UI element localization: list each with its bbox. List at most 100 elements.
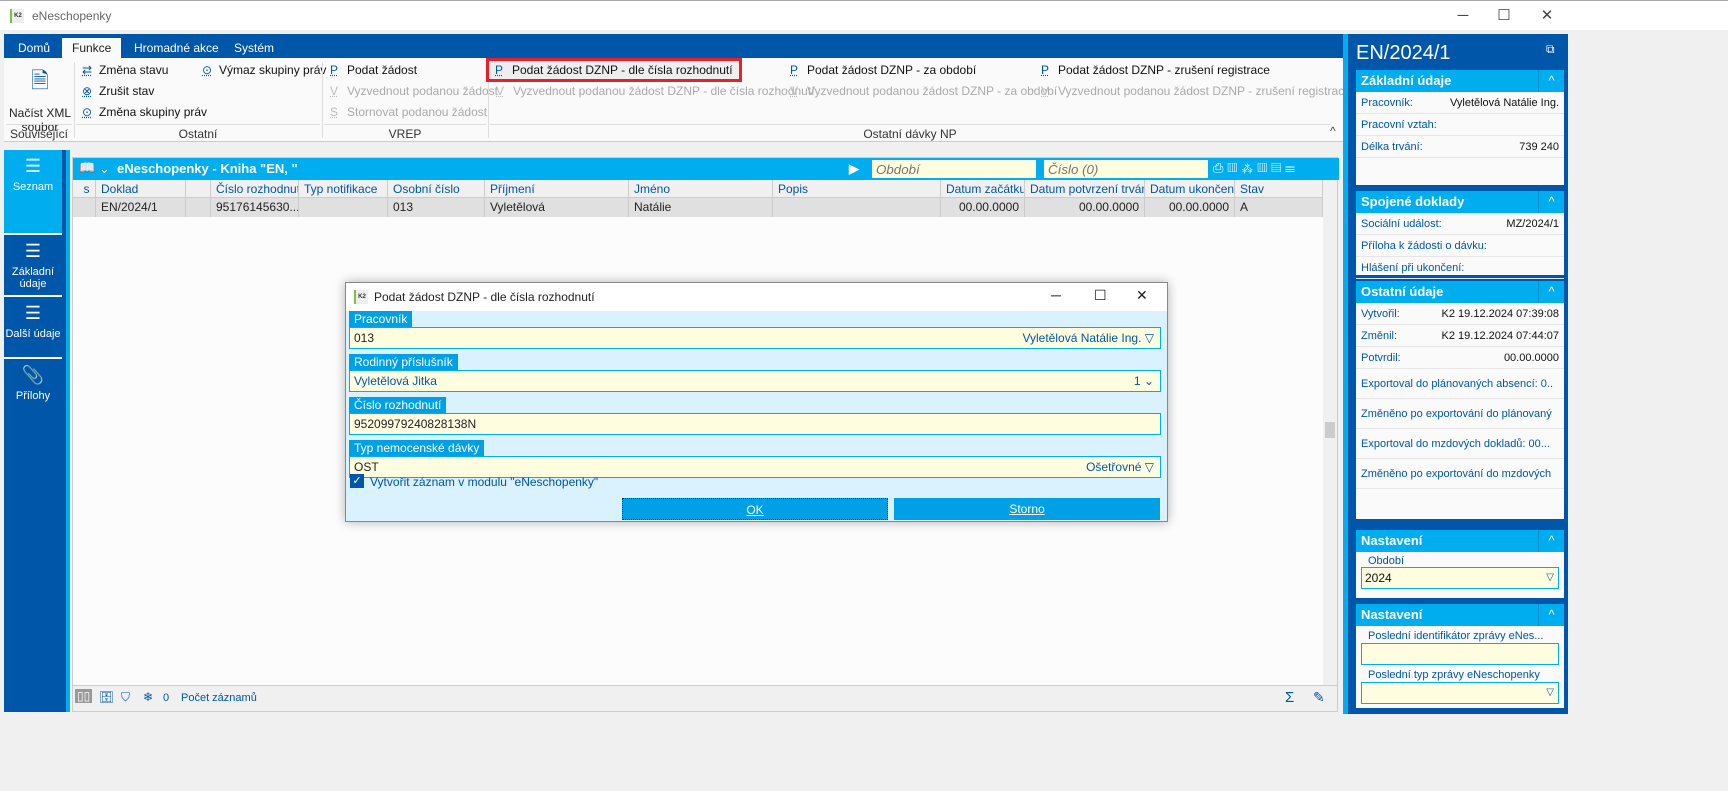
vertical-scrollbar[interactable] (1323, 180, 1337, 685)
column-header[interactable]: Datum ukončení (1145, 180, 1235, 198)
collapse-icon[interactable]: ^ (1538, 70, 1564, 92)
change-rights-button[interactable]: ⊙ Změna skupiny práv (82, 105, 207, 119)
column-header[interactable]: Stav (1235, 180, 1323, 198)
book-view-icon[interactable]: ▯▯ (75, 689, 93, 703)
chevron-down-icon[interactable]: ⌄ (1144, 374, 1154, 388)
dialog-close-button[interactable]: ✕ (1136, 287, 1148, 304)
book-icon[interactable]: 📖 (79, 160, 95, 176)
column-header[interactable] (186, 180, 211, 198)
column-header[interactable]: Číslo rozhodnutí (211, 180, 299, 198)
tab-hromadne-akce[interactable]: Hromadné akce (124, 38, 229, 58)
dialog-maximize-button[interactable]: ☐ (1094, 287, 1107, 304)
submit-dznp-cancel-registration-button[interactable]: P Podat žádost DZNP - zrušení registrace (1041, 63, 1270, 77)
table-cell (186, 198, 211, 217)
nav-seznam[interactable]: ☰ Seznam (4, 150, 62, 235)
field-row: Délka trvání: 739 240 (1356, 136, 1564, 158)
number-input[interactable] (1043, 159, 1209, 179)
delete-rights-button[interactable]: ⊙ Výmaz skupiny práv (202, 63, 326, 77)
scrollbar-thumb[interactable] (1325, 422, 1335, 438)
table-row[interactable]: EN/2024/1 95176145630... 013 Vyletělová Natá… (73, 198, 1323, 217)
cancel-status-button[interactable]: ⊗ Zrušit stav (82, 84, 154, 98)
collapse-icon[interactable]: ^ (1538, 530, 1564, 552)
column-header[interactable]: Osobní číslo (388, 180, 485, 198)
field-label: Potvrdil: (1361, 352, 1401, 364)
chevron-down-icon[interactable]: ⌄ (99, 161, 110, 177)
nav-prilohy[interactable]: 📎 Přílohy (4, 359, 62, 415)
dropdown-icon[interactable]: ▽ (1145, 460, 1154, 474)
pickup-dznp-cancel-registration-button[interactable]: V Vyzvednout podanou žádost DZNP - zrušen… (1041, 84, 1351, 98)
dropdown-icon[interactable]: ▽ (1145, 331, 1154, 345)
toolbar-icons[interactable]: ⎙▥⁂▥▤☰ (1213, 160, 1299, 176)
field-label: Pracovník: (1361, 97, 1413, 109)
field-row: Pracovník: Vyletělová Natálie Ing. (1356, 92, 1564, 114)
period-input[interactable] (871, 159, 1037, 179)
last-message-type-select[interactable]: ▽ (1361, 682, 1559, 704)
sum-icon[interactable]: Σ (1285, 689, 1294, 706)
field-label: Příloha k žádosti o dávku: (1361, 240, 1487, 252)
submit-dznp-period-button[interactable]: P Podat žádost DZNP - za období (790, 63, 976, 77)
tab-domu[interactable]: Domů (8, 38, 60, 58)
ok-button[interactable]: OK (622, 498, 888, 520)
field-extra: Vyletělová Natálie Ing. ▽ (1022, 331, 1154, 345)
dialog-field[interactable]: 95209979240828138N (349, 413, 1161, 435)
minimize-button[interactable]: ─ (1448, 5, 1478, 27)
filter-icon[interactable]: ⛉ (121, 690, 130, 705)
field-value: Vyletělová Natálie Ing. (1449, 92, 1559, 113)
column-header[interactable]: Datum potvrzení trvání (1025, 180, 1145, 198)
app-logo: K2 (354, 290, 368, 304)
nav-zakladni-udaje[interactable]: ☰ Základní údaje (4, 235, 62, 297)
group-label: Ostatní dávky NP (490, 124, 1330, 141)
collapse-icon[interactable]: ^ (1538, 604, 1564, 626)
field-value: OST (354, 460, 379, 474)
field-label: Exportoval do plánovaných absencí: 0.. (1361, 378, 1554, 390)
storno-button[interactable]: Storno (894, 498, 1160, 520)
nav-dalsi-udaje[interactable]: ☰ Další údaje (4, 297, 62, 359)
field-row: Změnil: K2 19.12.2024 07:44:07 (1356, 325, 1564, 347)
collapse-ribbon-icon[interactable]: ^ (1330, 124, 1336, 138)
field-label: Pracovní vztah: (1361, 119, 1437, 131)
field-label: Exportoval do mzdových dokladů: 00... (1361, 438, 1550, 450)
close-button[interactable]: ✕ (1532, 5, 1562, 27)
collapse-icon[interactable]: ^ (1538, 281, 1564, 303)
cancel-request-button[interactable]: S Stornovat podanou žádost (330, 105, 487, 119)
right-panel: EN/2024/1 ⧉ Základní údaje ^ Pracovník: Vy… (1348, 34, 1568, 714)
collapse-icon[interactable]: ^ (1538, 191, 1564, 213)
field-value: MZ/2024/1 (1506, 213, 1559, 234)
column-header[interactable]: Doklad (96, 180, 186, 198)
archive-icon[interactable]: 🗄 (99, 690, 114, 704)
submit-dznp-by-decision-button[interactable]: P Podat žádost DZNP - dle čísla rozhodnut… (486, 58, 742, 82)
pickup-dznp-period-button[interactable]: V Vyzvednout podanou žádost DZNP - za obd… (790, 84, 1057, 98)
table-cell: 00.00.0000 (1025, 198, 1145, 217)
column-header[interactable]: s (73, 180, 96, 198)
column-header[interactable]: Příjmení (485, 180, 629, 198)
create-record-checkbox[interactable]: ✓ (350, 474, 364, 488)
field-row: Změněno po exportování do plánovaný (1356, 399, 1564, 429)
last-message-id-input[interactable] (1361, 643, 1559, 665)
table-cell: 95176145630... (211, 198, 299, 217)
column-header[interactable]: Jméno (629, 180, 773, 198)
column-header[interactable]: Typ notifikace (299, 180, 388, 198)
dialog-minimize-button[interactable]: ─ (1051, 287, 1061, 303)
field-value: K2 19.12.2024 07:39:08 (1441, 303, 1559, 324)
tab-funkce[interactable]: Funkce (62, 38, 122, 58)
maximize-button[interactable]: ☐ (1489, 5, 1519, 27)
period-select[interactable]: 2024 ▽ (1361, 567, 1559, 589)
submit-request-button[interactable]: P Podat žádost (330, 63, 417, 77)
field-label: Změněno po exportování do mzdových (1361, 468, 1552, 480)
pencil-icon[interactable]: ✎ (1313, 689, 1325, 706)
pickup-request-button[interactable]: V Vyzvednout podanou žádost (330, 84, 498, 98)
pickup-dznp-by-decision-button[interactable]: V Vyzvednout podanou žádost DZNP - dle čí… (496, 84, 815, 98)
external-link-icon[interactable]: ⧉ (1546, 42, 1555, 57)
field-value: Vyletělová Jitka (354, 374, 437, 388)
table-cell (299, 198, 388, 217)
column-header[interactable]: Popis (773, 180, 941, 198)
dialog-field[interactable]: 013 Vyletělová Natálie Ing. ▽ (349, 327, 1161, 349)
play-icon[interactable]: ▶ (849, 161, 859, 177)
dialog-field[interactable]: Vyletělová Jitka 1 ⌄ (349, 370, 1161, 392)
change-status-button[interactable]: ⇄ Změna stavu (82, 63, 168, 77)
snowflake-icon[interactable]: ❄ (143, 690, 153, 704)
tab-system[interactable]: Systém (224, 38, 284, 58)
column-header[interactable]: Datum začátku (941, 180, 1025, 198)
dialog-titlebar: K2 Podat žádost DZNP - dle čísla rozhodn… (346, 283, 1167, 311)
grid-header: 📖 ⌄ eNeschopenky - Kniha "EN, " ▶ ⎙▥⁂▥▤☰ (73, 158, 1339, 180)
